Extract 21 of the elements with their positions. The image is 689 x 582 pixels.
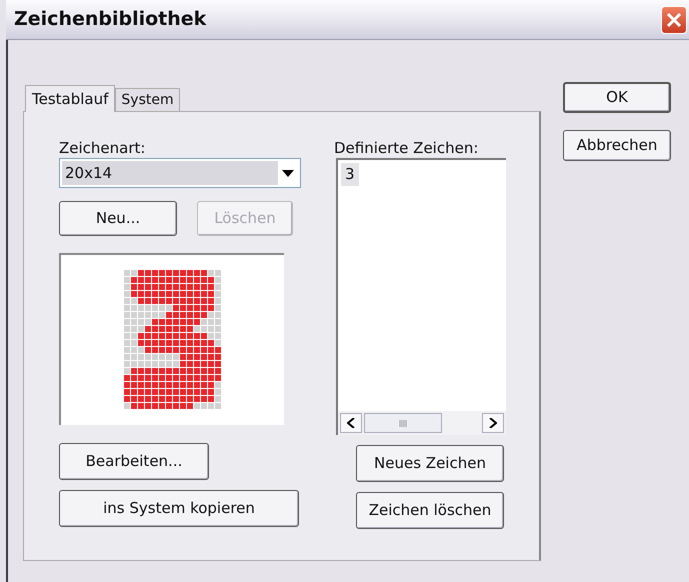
new-character-button[interactable]: Neues Zeichen bbox=[356, 445, 504, 482]
field-label: Zeichenart: bbox=[59, 138, 146, 157]
list-label: Definierte Zeichen: bbox=[334, 138, 480, 157]
close-icon bbox=[666, 12, 682, 28]
ok-button[interactable]: OK bbox=[563, 82, 671, 113]
dropdown-arrow-icon bbox=[282, 170, 294, 176]
list-item[interactable]: 3 bbox=[341, 163, 359, 186]
scroll-left-icon[interactable] bbox=[340, 413, 362, 433]
close-button[interactable] bbox=[661, 6, 687, 34]
window-title: Zeichenbibliothek bbox=[14, 7, 206, 32]
scroll-thumb[interactable] bbox=[364, 413, 442, 433]
cancel-button[interactable]: Abbrechen bbox=[563, 130, 671, 161]
copy-to-system-button[interactable]: ins System kopieren bbox=[59, 490, 299, 527]
edit-button[interactable]: Bearbeiten... bbox=[59, 443, 209, 480]
character-type-dropdown[interactable]: 20x14 bbox=[59, 158, 301, 188]
horizontal-scrollbar[interactable] bbox=[338, 411, 506, 435]
new-button[interactable]: Neu... bbox=[59, 201, 177, 236]
tab[interactable]: Testablauf bbox=[25, 85, 116, 112]
tab[interactable]: System bbox=[115, 88, 180, 111]
delete-character-button[interactable]: Zeichen löschen bbox=[356, 492, 504, 529]
scroll-right-icon[interactable] bbox=[482, 413, 504, 433]
